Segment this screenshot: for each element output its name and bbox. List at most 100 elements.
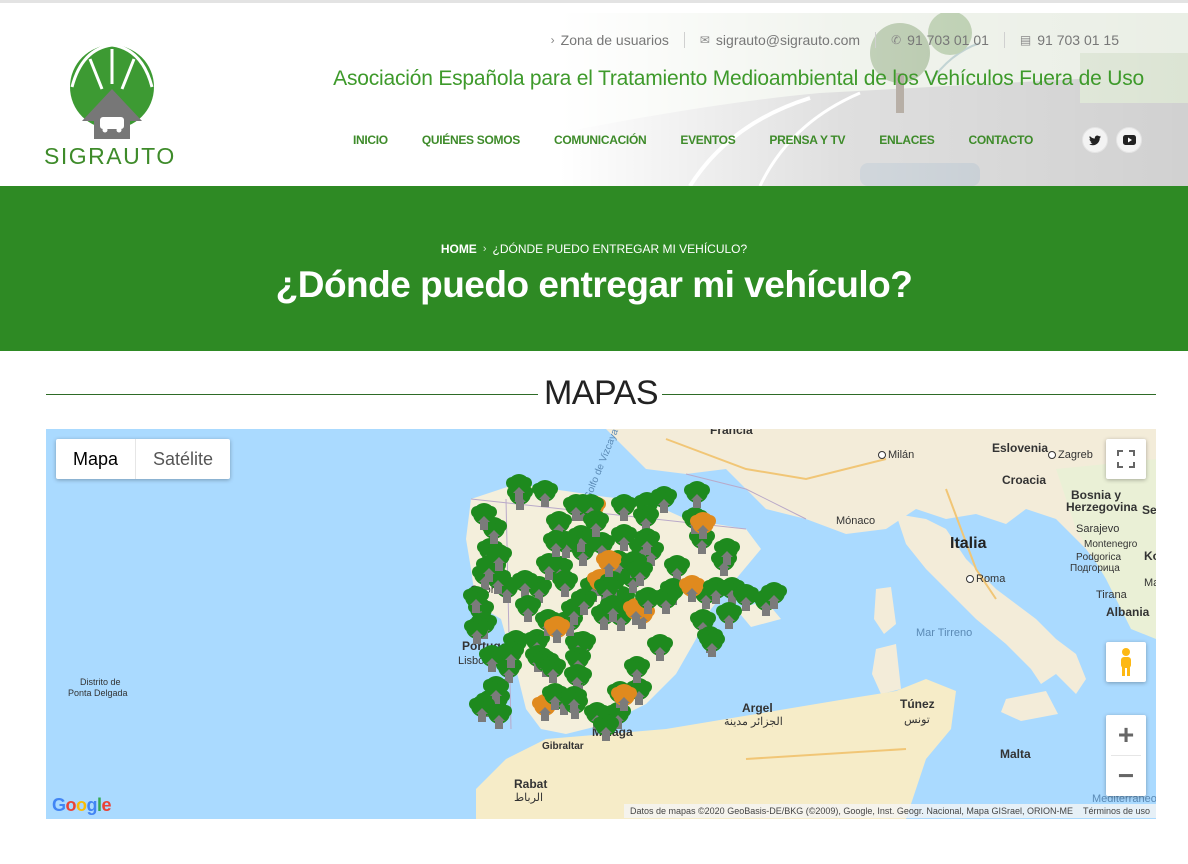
envelope-icon: ✉	[699, 33, 710, 47]
label-tunez-arabic: تونس	[904, 714, 930, 726]
map-attribution: Datos de mapas ©2020 GeoBasis-DE/BKG (©2…	[624, 804, 1156, 818]
location-marker[interactable]	[609, 683, 639, 715]
fullscreen-button[interactable]	[1106, 439, 1146, 479]
location-marker[interactable]	[541, 529, 571, 561]
location-marker[interactable]	[697, 629, 727, 661]
label-tunez: Túnez	[900, 697, 935, 711]
location-marker[interactable]	[625, 558, 655, 590]
label-tirana: Tirana	[1096, 589, 1127, 601]
twitter-icon[interactable]	[1082, 127, 1108, 153]
nav-contacto[interactable]: CONTACTO	[952, 133, 1051, 147]
site-tagline: Asociación Española para el Tratamiento …	[333, 67, 1144, 90]
label-ponta-delgada: Ponta Delgada	[68, 688, 128, 698]
label-malta: Malta	[1000, 747, 1031, 761]
page-title: ¿Dónde puedo entregar mi vehículo?	[275, 264, 913, 305]
location-marker[interactable]	[462, 616, 492, 648]
logo-text: SIGRAUTO	[44, 143, 176, 169]
header-topbar: › Zona de usuarios ✉ sigrauto@sigrauto.c…	[536, 31, 1134, 49]
location-marker[interactable]	[609, 523, 639, 555]
label-argel: Argel	[742, 701, 773, 715]
label-gibraltar: Gibraltar	[542, 741, 584, 752]
location-marker[interactable]	[461, 585, 491, 617]
social-links	[1082, 127, 1142, 153]
fax-icon: ▤	[1019, 33, 1032, 47]
zoom-out-button[interactable]: −	[1106, 756, 1146, 796]
label-albania: Albania	[1106, 605, 1150, 619]
street-view-button[interactable]	[1106, 642, 1146, 682]
label-bosnia: Bosnia y Herzegovina	[1066, 488, 1138, 514]
city-dot	[878, 449, 888, 461]
page-title-banner: HOME › ¿DÓNDE PUEDO ENTREGAR MI VEHÍCULO…	[0, 186, 1188, 351]
phone-icon: ✆	[891, 33, 902, 47]
label-milan-text: Milán	[888, 449, 915, 461]
label-croacia: Croacia	[1002, 473, 1047, 487]
google-map[interactable]: Francia Milán Eslovenia Zagreb Croacia B…	[46, 429, 1156, 819]
pegman-icon	[1121, 648, 1131, 676]
phone-link[interactable]: ✆ 91 703 01 01	[876, 31, 1004, 49]
location-marker[interactable]	[622, 655, 652, 687]
chevron-right-icon: ›	[550, 33, 555, 47]
city-dot	[1048, 449, 1058, 461]
nav-comunicacion[interactable]: COMUNICACIÓN	[537, 133, 663, 147]
youtube-icon[interactable]	[1116, 127, 1142, 153]
city-dot	[966, 573, 976, 585]
label-se-cutoff: Se	[1142, 503, 1156, 517]
location-marker[interactable]	[496, 640, 526, 672]
location-marker[interactable]	[701, 576, 731, 608]
nav-quienes-somos[interactable]: QUIÉNES SOMOS	[405, 133, 537, 147]
location-marker[interactable]	[759, 581, 789, 613]
label-rabat: Rabat	[514, 777, 548, 791]
fax-link[interactable]: ▤ 91 703 01 15	[1005, 31, 1134, 49]
label-roma-text: Roma	[976, 573, 1006, 585]
users-zone-link[interactable]: › Zona de usuarios	[536, 31, 684, 49]
location-marker[interactable]	[504, 473, 534, 505]
label-podgorica: Podgorica	[1076, 552, 1122, 563]
google-logo[interactable]: Google	[52, 795, 112, 816]
location-marker[interactable]	[649, 485, 679, 517]
nav-prensa-tv[interactable]: PRENSA Y TV	[752, 133, 862, 147]
map-type-map-button[interactable]: Mapa	[56, 439, 137, 479]
fullscreen-icon	[1117, 450, 1135, 468]
map-type-satellite-button[interactable]: Satélite	[136, 439, 230, 479]
label-ko-cutoff: Ko	[1144, 549, 1156, 563]
label-podgorica-cyrillic: Подгорица	[1070, 563, 1120, 574]
location-marker[interactable]	[633, 586, 663, 618]
location-marker[interactable]	[469, 502, 499, 534]
label-argel-arabic: الجزائر مدينة	[724, 716, 783, 728]
breadcrumb-current: ¿DÓNDE PUEDO ENTREGAR MI VEHÍCULO?	[492, 242, 748, 256]
location-marker[interactable]	[467, 694, 497, 726]
site-header: SIGRAUTO › Zona de usuarios ✉ sigrauto@s…	[0, 3, 1188, 186]
label-zagreb: Zagreb	[1048, 449, 1093, 461]
terms-link[interactable]: Términos de uso	[1083, 806, 1150, 816]
location-marker[interactable]	[484, 543, 514, 575]
main-nav: INICIO QUIÉNES SOMOS COMUNICACIÓN EVENTO…	[336, 133, 1050, 147]
label-milan: Milán	[878, 449, 914, 461]
location-marker[interactable]	[682, 480, 712, 512]
fax-label: 91 703 01 15	[1037, 32, 1119, 48]
breadcrumb: HOME › ¿DÓNDE PUEDO ENTREGAR MI VEHÍCULO…	[0, 242, 1188, 256]
location-marker[interactable]	[581, 509, 611, 541]
email-link[interactable]: ✉ sigrauto@sigrauto.com	[685, 31, 875, 49]
email-label: sigrauto@sigrauto.com	[715, 32, 861, 48]
location-marker[interactable]	[609, 493, 639, 525]
map-type-control: Mapa Satélite	[56, 439, 231, 479]
location-marker[interactable]	[559, 685, 589, 717]
nav-inicio[interactable]: INICIO	[336, 133, 405, 147]
location-marker[interactable]	[591, 713, 621, 745]
label-mar-tirreno: Mar Tirreno	[916, 627, 973, 639]
nav-eventos[interactable]: EVENTOS	[663, 133, 752, 147]
nav-enlaces[interactable]: ENLACES	[862, 133, 951, 147]
label-distrito: Distrito de	[80, 677, 121, 687]
location-marker[interactable]	[542, 615, 572, 647]
label-ma-cutoff: Ma	[1144, 577, 1156, 589]
label-montenegro: Montenegro	[1084, 539, 1138, 550]
attribution-text: Datos de mapas ©2020 GeoBasis-DE/BKG (©2…	[630, 806, 1073, 816]
location-marker[interactable]	[688, 511, 718, 543]
divider-right	[662, 394, 1156, 395]
label-monaco: Mónaco	[836, 515, 876, 527]
label-italia: Italia	[950, 535, 987, 552]
zoom-in-button[interactable]: +	[1106, 715, 1146, 755]
breadcrumb-home[interactable]: HOME	[441, 242, 477, 256]
label-roma: Roma	[966, 573, 1005, 585]
chevron-right-icon: ›	[482, 243, 487, 255]
